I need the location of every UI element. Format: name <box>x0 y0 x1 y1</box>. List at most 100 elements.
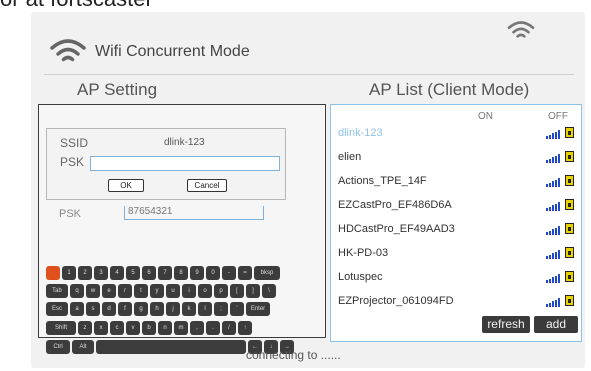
key[interactable]: w <box>86 284 100 298</box>
signal-bar <box>558 178 560 187</box>
key[interactable]: ' <box>230 302 244 316</box>
ap-list-item[interactable]: HDCastPro_EF49AAD3 <box>336 223 576 243</box>
ap-list-item[interactable]: dlink-123 <box>336 127 576 147</box>
signal-bar <box>549 206 551 211</box>
key[interactable]: f <box>118 302 132 316</box>
key[interactable]: 9 <box>190 266 204 280</box>
key[interactable]: 3 <box>94 266 108 280</box>
key[interactable]: o <box>198 284 212 298</box>
top-cut-text: or at fortscaster <box>0 0 153 12</box>
ap-name: HDCastPro_EF49AAD3 <box>338 223 455 235</box>
add-button[interactable]: add <box>534 316 578 333</box>
ok-button[interactable]: OK <box>108 179 144 192</box>
key[interactable]: 6 <box>142 266 156 280</box>
ap-name: EZProjector_061094FD <box>338 295 454 307</box>
key[interactable]: m <box>174 321 188 335</box>
signal-icon <box>546 249 560 259</box>
ap-list-item[interactable]: HK-PD-03 <box>336 247 576 267</box>
key[interactable]: Esc <box>46 302 68 316</box>
key[interactable]: b <box>142 321 156 335</box>
signal-bar <box>558 274 560 283</box>
key[interactable]: v <box>126 321 140 335</box>
key[interactable]: g <box>134 302 148 316</box>
refresh-button[interactable]: refresh <box>482 316 530 333</box>
signal-bar <box>546 256 548 259</box>
key[interactable]: a <box>70 302 84 316</box>
key[interactable]: Ctrl <box>46 340 70 354</box>
key[interactable]: 8 <box>174 266 188 280</box>
key[interactable]: t <box>134 284 148 298</box>
key[interactable]: c <box>110 321 124 335</box>
key[interactable]: ] <box>246 284 260 298</box>
key[interactable]: l <box>198 302 212 316</box>
ap-list-item[interactable]: EZCastPro_EF486D6A <box>336 199 576 219</box>
ap-list-item[interactable]: EZProjector_061094FD <box>336 295 576 315</box>
key[interactable]: / <box>222 321 236 335</box>
signal-bar <box>552 157 554 163</box>
ap-list-item[interactable]: elien <box>336 151 576 171</box>
key[interactable]: , <box>190 321 204 335</box>
off-label[interactable]: OFF <box>548 111 568 122</box>
key[interactable]: r <box>118 284 132 298</box>
key[interactable]: 2 <box>78 266 92 280</box>
signal-bar <box>546 208 548 211</box>
key[interactable]: Alt <box>72 340 94 354</box>
ap-name: Lotuspec <box>338 271 383 283</box>
key[interactable]: 0 <box>206 266 220 280</box>
key[interactable]: i <box>182 284 196 298</box>
signal-icon <box>546 201 560 211</box>
key[interactable]: 7 <box>158 266 172 280</box>
key[interactable]: 4 <box>110 266 124 280</box>
key[interactable]: z <box>78 321 92 335</box>
ap-name: elien <box>338 151 362 163</box>
signal-bar <box>555 227 557 235</box>
key[interactable]: ↑ <box>238 321 252 335</box>
key[interactable]: . <box>206 321 220 335</box>
key[interactable]: ; <box>214 302 228 316</box>
space-key[interactable] <box>96 340 246 354</box>
key[interactable]: Enter <box>246 302 270 316</box>
key[interactable]: p <box>214 284 228 298</box>
key[interactable]: k <box>182 302 196 316</box>
ap-list-item[interactable]: Actions_TPE_14F <box>336 175 576 195</box>
key[interactable]: j <box>166 302 180 316</box>
key[interactable]: d <box>102 302 116 316</box>
psk-value-behind[interactable]: 87654321 <box>124 206 264 220</box>
signal-bar <box>546 280 548 283</box>
lock-icon <box>565 271 574 282</box>
key[interactable]: s <box>86 302 100 316</box>
signal-bar <box>549 278 551 283</box>
signal-icon <box>546 297 560 307</box>
psk-input[interactable] <box>90 156 280 171</box>
cancel-button[interactable]: Cancel <box>187 179 227 192</box>
on-label[interactable]: ON <box>478 111 493 122</box>
key[interactable]: Shift <box>46 321 76 335</box>
signal-bar <box>552 301 554 307</box>
key[interactable]: y <box>150 284 164 298</box>
signal-bar <box>549 254 551 259</box>
signal-bar <box>555 131 557 139</box>
key[interactable]: - <box>222 266 236 280</box>
key[interactable]: x <box>94 321 108 335</box>
key[interactable]: \ <box>262 284 276 298</box>
key[interactable]: n <box>158 321 172 335</box>
key[interactable]: Tab <box>46 284 68 298</box>
key[interactable]: [ <box>230 284 244 298</box>
key[interactable] <box>46 266 60 280</box>
key[interactable]: 1 <box>62 266 76 280</box>
key[interactable]: 5 <box>126 266 140 280</box>
key[interactable]: u <box>166 284 180 298</box>
wifi-icon <box>48 36 88 66</box>
key[interactable]: q <box>70 284 84 298</box>
key[interactable]: e <box>102 284 116 298</box>
signal-bar <box>558 250 560 259</box>
signal-bar <box>546 184 548 187</box>
key[interactable]: h <box>150 302 164 316</box>
ap-list-item[interactable]: Lotuspec <box>336 271 576 291</box>
key[interactable]: = <box>238 266 252 280</box>
signal-bar <box>555 275 557 283</box>
signal-bar <box>552 205 554 211</box>
key[interactable]: bksp <box>254 266 280 280</box>
signal-bar <box>546 304 548 307</box>
ap-name: EZCastPro_EF486D6A <box>338 199 452 211</box>
